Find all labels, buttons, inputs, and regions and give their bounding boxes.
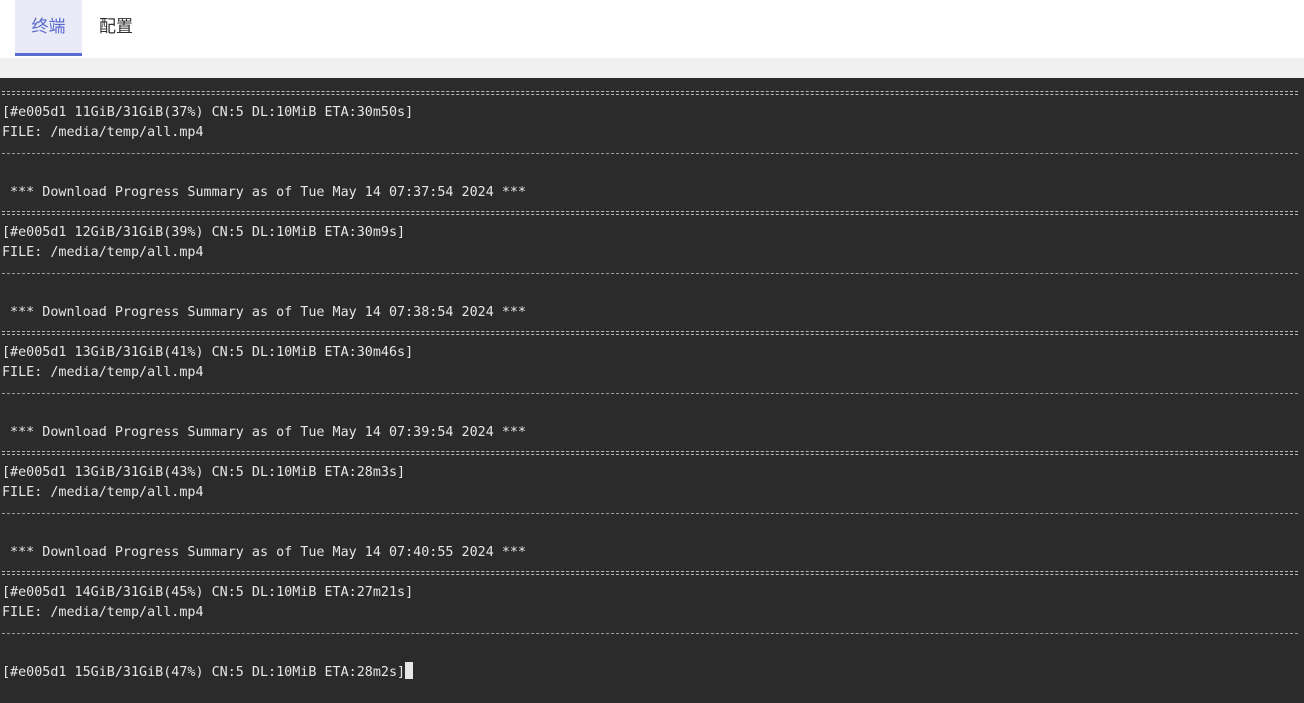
separator-double bbox=[2, 562, 1298, 582]
terminal-line: FILE: /media/temp/all.mp4 bbox=[2, 605, 204, 620]
status-text: [#e005d1 15GiB/31GiB(47%) CN:5 DL:10MiB … bbox=[2, 665, 406, 680]
separator-single bbox=[2, 622, 1298, 642]
tab-config[interactable]: 配置 bbox=[82, 0, 150, 56]
separator-single bbox=[2, 262, 1298, 282]
cursor bbox=[405, 662, 414, 679]
tab-bar: 终端 配置 bbox=[0, 0, 1304, 59]
terminal-line: [#e005d1 14GiB/31GiB(45%) CN:5 DL:10MiB … bbox=[2, 585, 414, 600]
separator-double bbox=[2, 322, 1298, 342]
terminal-line: FILE: /media/temp/all.mp4 bbox=[2, 365, 204, 380]
separator-double bbox=[2, 442, 1298, 462]
separator-single bbox=[2, 142, 1298, 162]
terminal-panel[interactable]: [#e005d1 11GiB/31GiB(37%) CN:5 DL:10MiB … bbox=[0, 78, 1304, 703]
terminal-output: [#e005d1 11GiB/31GiB(37%) CN:5 DL:10MiB … bbox=[2, 82, 1298, 682]
separator-single bbox=[2, 502, 1298, 522]
terminal-line: FILE: /media/temp/all.mp4 bbox=[2, 485, 204, 500]
terminal-line: *** Download Progress Summary as of Tue … bbox=[2, 305, 527, 320]
separator-double bbox=[2, 202, 1298, 222]
terminal-line: FILE: /media/temp/all.mp4 bbox=[2, 245, 204, 260]
separator-single bbox=[2, 382, 1298, 402]
terminal-line: [#e005d1 11GiB/31GiB(37%) CN:5 DL:10MiB … bbox=[2, 105, 414, 120]
separator-double bbox=[2, 82, 1298, 102]
tab-terminal[interactable]: 终端 bbox=[15, 0, 82, 56]
current-status-line: [#e005d1 15GiB/31GiB(47%) CN:5 DL:10MiB … bbox=[2, 662, 1298, 682]
terminal-line: [#e005d1 13GiB/31GiB(43%) CN:5 DL:10MiB … bbox=[2, 465, 406, 480]
terminal-line: *** Download Progress Summary as of Tue … bbox=[2, 425, 527, 440]
terminal-line: FILE: /media/temp/all.mp4 bbox=[2, 125, 204, 140]
terminal-line: [#e005d1 13GiB/31GiB(41%) CN:5 DL:10MiB … bbox=[2, 345, 414, 360]
terminal-line: [#e005d1 12GiB/31GiB(39%) CN:5 DL:10MiB … bbox=[2, 225, 406, 240]
terminal-line: *** Download Progress Summary as of Tue … bbox=[2, 545, 527, 560]
tab-content-gap bbox=[0, 58, 1304, 78]
terminal-line: *** Download Progress Summary as of Tue … bbox=[2, 185, 527, 200]
